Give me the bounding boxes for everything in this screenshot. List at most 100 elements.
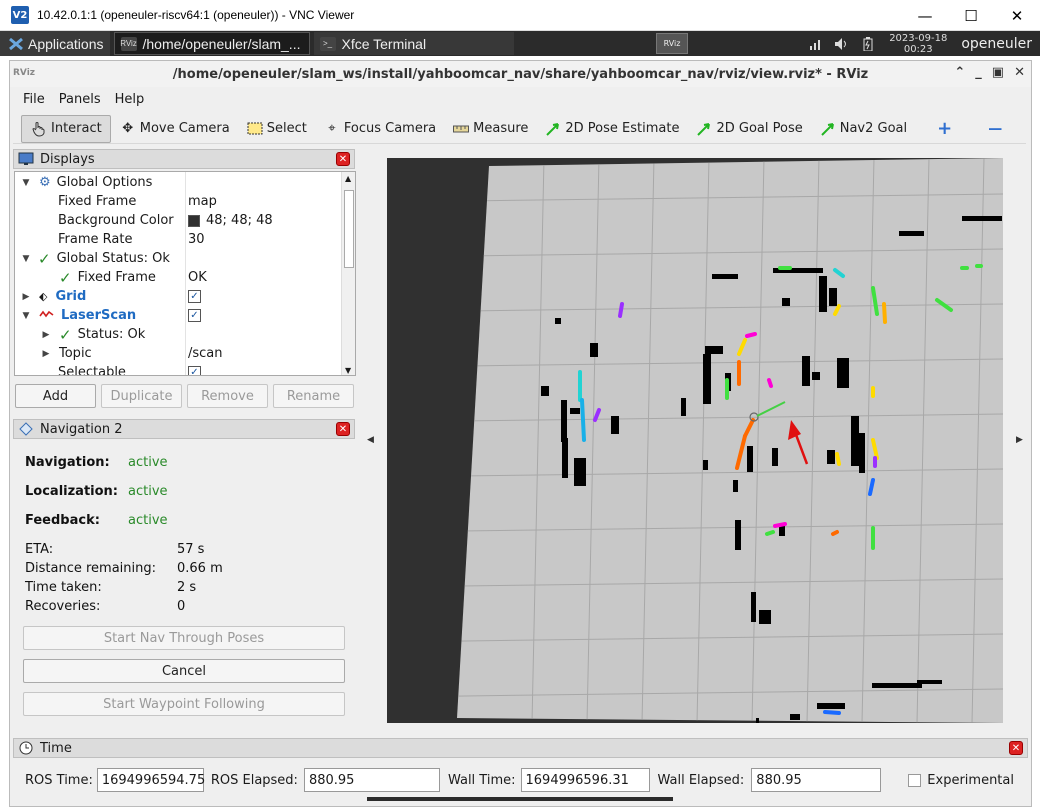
expand-arrow-icon[interactable]: ▼ [21,254,31,264]
laserscan-icon [39,308,55,323]
measure-tool[interactable]: Measure [444,115,536,143]
menu-panels[interactable]: Panels [59,92,101,107]
rviz-window: RViz /home/openeuler/slam_ws/install/yah… [9,60,1032,807]
scroll-down-icon[interactable]: ▼ [345,366,351,375]
rviz-restore-icon[interactable]: ⌃ [954,65,965,80]
scroll-thumb[interactable] [344,190,354,268]
tree-row-frame-rate[interactable]: Frame Rate 30 [15,230,342,249]
tree-row-topic[interactable]: ▶ Topic /scan [15,344,342,363]
tree-row-selectable[interactable]: Selectable ✓ [15,363,342,376]
maximize-button[interactable]: ☐ [948,0,994,31]
volume-icon[interactable] [832,36,852,52]
taskbar-item-rviz[interactable]: RViz /home/openeuler/slam_... [113,32,310,55]
tree-row-global-options[interactable]: ▼ ⚙ Global Options [15,173,342,192]
rviz-close-icon[interactable]: ✕ [1014,65,1025,80]
collapse-left-dock-icon[interactable]: ◀ [367,435,374,445]
menu-help[interactable]: Help [115,92,145,107]
close-panel-icon[interactable]: ✕ [336,152,350,166]
selectable-checkbox[interactable]: ✓ [188,366,201,375]
tree-value[interactable]: 48; 48; 48 [206,213,273,228]
tree-label: Topic [59,346,92,361]
checkmark-icon: ✓ [59,268,72,287]
applications-menu[interactable]: Applications [0,31,110,56]
expand-arrow-icon[interactable]: ▼ [21,178,31,188]
battery-icon[interactable] [858,36,878,52]
move-camera-tool[interactable]: ✥ Move Camera [111,115,238,143]
collapse-arrow-icon[interactable]: ▶ [21,292,31,302]
grid-enabled-checkbox[interactable]: ✓ [188,290,201,303]
tree-row-fixed-frame-status[interactable]: ✓ Fixed Frame OK [15,268,342,287]
tree-value[interactable]: map [188,192,217,211]
rviz-maximize-icon[interactable]: ▣ [992,65,1004,80]
navigation-title: Navigation 2 [40,421,123,437]
experimental-label: Experimental [927,772,1014,788]
tree-row-global-status[interactable]: ▼ ✓ Global Status: Ok [15,249,342,268]
green-arrow-icon [819,121,837,137]
rviz-minimize-icon[interactable]: _ [975,65,982,80]
scroll-up-icon[interactable]: ▲ [345,174,351,183]
select-tool[interactable]: Select [238,115,315,143]
cancel-navigation-button[interactable]: Cancel [23,659,345,683]
focus-camera-tool[interactable]: ⌖ Focus Camera [315,115,444,143]
close-panel-icon[interactable]: ✕ [336,422,350,436]
workspace-rviz-icon[interactable]: RViz [656,33,688,54]
add-display-button[interactable]: Add [15,384,96,408]
tree-row-status-ok[interactable]: ▶ ✓ Status: Ok [15,325,342,344]
menu-file[interactable]: File [23,92,45,107]
tree-label: Selectable [58,365,126,376]
tree-value[interactable]: 30 [188,230,205,249]
distance-remaining-label: Distance remaining: [25,561,156,576]
taskbar-item-terminal[interactable]: >_ Xfce Terminal [313,32,514,55]
navigation-panel-header: Navigation 2 ✕ [13,419,355,439]
add-tool-button[interactable]: + [929,115,960,143]
remove-tool-button[interactable]: — [980,115,1010,143]
tree-label: Fixed Frame [77,270,156,285]
rename-display-button[interactable]: Rename [273,384,354,408]
navigation-status-value: active [128,455,168,470]
displays-scrollbar[interactable]: ▲ ▼ [341,172,355,375]
diamond-icon [18,422,34,436]
clock[interactable]: 2023-09-18 00:23 [889,33,947,55]
ros-time-field[interactable]: 1694996594.75 [96,768,205,792]
nav2-goal-tool[interactable]: Nav2 Goal [811,115,915,143]
wall-elapsed-field[interactable]: 880.95 [751,768,882,792]
displays-panel-header: Displays ✕ [13,149,355,169]
tree-label: Frame Rate [58,232,133,247]
duplicate-display-button[interactable]: Duplicate [101,384,182,408]
tree-row-fixed-frame[interactable]: Fixed Frame map [15,192,342,211]
tree-row-grid[interactable]: ▶ ⬖ Grid ✓ [15,287,342,306]
signal-icon[interactable] [806,36,826,52]
expand-arrow-icon[interactable]: ▼ [21,311,31,321]
distance-remaining-value: 0.66 m [177,561,223,576]
tree-row-background-color[interactable]: Background Color 48; 48; 48 [15,211,342,230]
collapse-right-dock-icon[interactable]: ▶ [1016,435,1023,445]
tree-row-laserscan[interactable]: ▼ LaserScan ✓ [15,306,342,325]
wall-time-label: Wall Time: [447,772,516,788]
2d-goal-pose-tool[interactable]: 2D Goal Pose [687,115,810,143]
minimize-button[interactable]: — [902,0,948,31]
close-button[interactable]: ✕ [994,0,1040,31]
laserscan-enabled-checkbox[interactable]: ✓ [188,309,201,322]
start-waypoint-following-button[interactable]: Start Waypoint Following [23,692,345,716]
map-render[interactable] [387,158,1003,723]
3d-viewport[interactable] [387,158,1003,723]
navigation-status-label: Navigation: [25,455,110,470]
2d-pose-estimate-tool[interactable]: 2D Pose Estimate [536,115,687,143]
resize-handle[interactable] [367,797,673,801]
interact-tool[interactable]: Interact [21,114,111,143]
clock-time: 00:23 [903,43,933,55]
close-panel-icon[interactable]: ✕ [1009,741,1023,755]
tree-value[interactable]: /scan [188,344,223,363]
crosshair-icon: ⌖ [328,121,336,136]
user-menu[interactable]: openeuler [961,36,1032,52]
collapse-arrow-icon[interactable]: ▶ [41,330,51,340]
localization-status-label: Localization: [25,484,118,499]
wall-time-field[interactable]: 1694996596.31 [520,768,650,792]
ros-elapsed-field[interactable]: 880.95 [303,768,440,792]
start-nav-through-poses-button[interactable]: Start Nav Through Poses [23,626,345,650]
color-swatch[interactable] [188,214,200,227]
experimental-checkbox[interactable] [908,773,922,787]
remove-display-button[interactable]: Remove [187,384,268,408]
collapse-arrow-icon[interactable]: ▶ [41,349,51,359]
feedback-status-value: active [128,513,168,528]
